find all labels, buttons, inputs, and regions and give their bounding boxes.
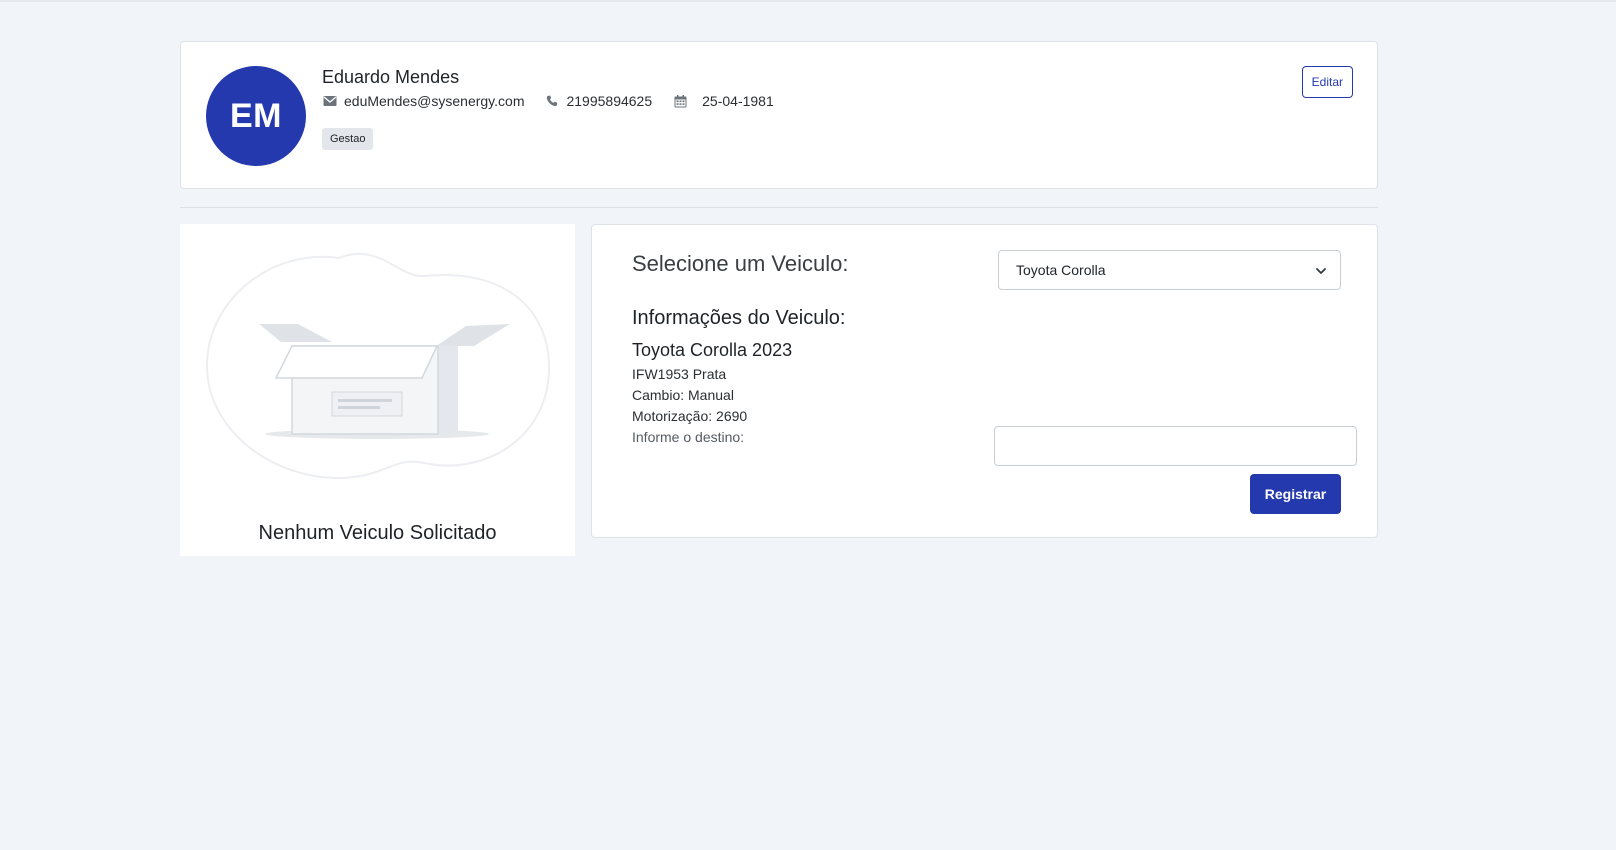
birthdate-text: 25-04-1981 [702, 93, 774, 109]
profile-card: EM Eduardo Mendes eduMendes@sysenergy.co… [180, 41, 1378, 189]
vehicle-form-card: Selecione um Veiculo: Toyota Corolla Inf… [591, 224, 1378, 538]
vehicle-select-value: Toyota Corolla [1016, 262, 1106, 278]
select-vehicle-label: Selecione um Veiculo: [632, 251, 849, 276]
birthdate-item: 25-04-1981 [672, 93, 774, 109]
vehicle-plate-color: IFW1953 Prata [632, 366, 727, 382]
destination-label: Informe o destino: [632, 429, 745, 445]
empty-state-panel: Nenhum Veiculo Solicitado [180, 224, 575, 556]
register-button[interactable]: Registrar [1250, 474, 1341, 514]
empty-state-message: Nenhum Veiculo Solicitado [258, 522, 497, 544]
email-text: eduMendes@sysenergy.com [344, 93, 525, 109]
role-badge: Gestao [322, 128, 374, 150]
empty-box-illustration [204, 238, 554, 491]
email-item: eduMendes@sysenergy.com [322, 93, 524, 109]
section-divider [180, 207, 1378, 208]
destination-input[interactable] [994, 426, 1357, 466]
user-name: Eduardo Mendes [322, 67, 460, 87]
vehicle-transmission: Cambio: Manual [632, 387, 734, 403]
phone-item: 21995894625 [544, 93, 652, 109]
vehicle-model: Toyota Corolla 2023 [632, 340, 793, 360]
envelope-icon [322, 93, 338, 109]
vehicle-info-title: Informações do Veiculo: [632, 307, 846, 329]
contact-info: eduMendes@sysenergy.com 21995894625 25-0… [322, 93, 794, 109]
top-border [0, 0, 1616, 2]
avatar-initials: EM [230, 96, 282, 135]
chevron-down-icon [1316, 268, 1326, 274]
vehicle-engine: Motorização: 2690 [632, 408, 748, 424]
phone-icon [544, 93, 560, 109]
calendar-icon [672, 93, 688, 109]
phone-text: 21995894625 [566, 93, 653, 109]
edit-button[interactable]: Editar [1301, 66, 1353, 98]
vehicle-select[interactable]: Toyota Corolla [998, 250, 1341, 290]
avatar: EM [206, 66, 306, 166]
